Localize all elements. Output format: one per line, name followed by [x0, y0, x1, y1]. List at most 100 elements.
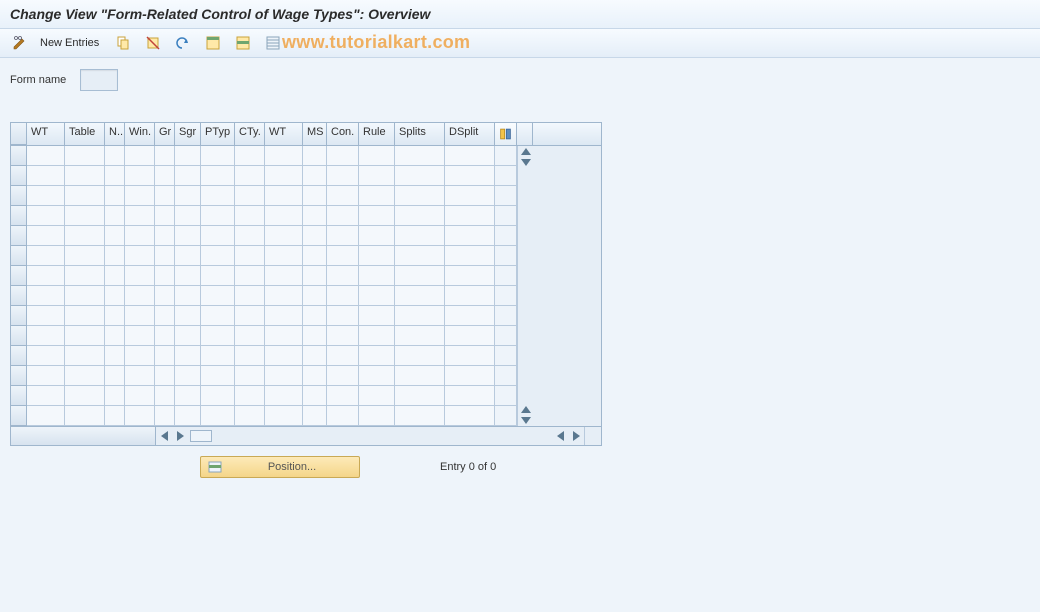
table-cell[interactable]	[105, 286, 125, 306]
table-cell[interactable]	[201, 366, 235, 386]
table-cell[interactable]	[105, 266, 125, 286]
column-header[interactable]: WT	[27, 123, 65, 145]
table-cell[interactable]	[105, 326, 125, 346]
table-cell[interactable]	[27, 226, 65, 246]
table-cell[interactable]	[155, 226, 175, 246]
table-cell[interactable]	[327, 286, 359, 306]
form-name-input[interactable]	[80, 69, 118, 91]
table-cell[interactable]	[155, 326, 175, 346]
table-cell[interactable]	[303, 146, 327, 166]
table-cell[interactable]	[445, 246, 495, 266]
table-cell[interactable]	[175, 246, 201, 266]
table-cell[interactable]	[65, 406, 105, 426]
table-cell[interactable]	[327, 326, 359, 346]
table-cell[interactable]	[235, 246, 265, 266]
vertical-scrollbar[interactable]	[517, 146, 533, 426]
table-cell[interactable]	[265, 206, 303, 226]
table-cell[interactable]	[327, 226, 359, 246]
table-cell[interactable]	[155, 266, 175, 286]
table-cell[interactable]	[65, 326, 105, 346]
scroll-left-button-2[interactable]	[552, 427, 568, 445]
table-cell[interactable]	[105, 346, 125, 366]
table-cell[interactable]	[235, 326, 265, 346]
row-selector[interactable]	[11, 286, 27, 306]
table-cell[interactable]	[235, 406, 265, 426]
scroll-up-icon[interactable]	[521, 148, 531, 155]
table-cell[interactable]	[27, 246, 65, 266]
table-cell[interactable]	[105, 146, 125, 166]
table-cell[interactable]	[327, 266, 359, 286]
table-cell[interactable]	[327, 206, 359, 226]
table-cell[interactable]	[201, 406, 235, 426]
table-cell[interactable]	[125, 306, 155, 326]
column-header[interactable]: PTyp	[201, 123, 235, 145]
table-cell[interactable]	[359, 266, 395, 286]
table-cell[interactable]	[303, 226, 327, 246]
delete-button[interactable]	[141, 33, 165, 53]
table-cell[interactable]	[327, 406, 359, 426]
row-selector[interactable]	[11, 366, 27, 386]
table-cell[interactable]	[395, 386, 445, 406]
table-cell[interactable]	[265, 366, 303, 386]
table-cell[interactable]	[303, 406, 327, 426]
table-cell[interactable]	[327, 386, 359, 406]
table-cell[interactable]	[201, 166, 235, 186]
table-cell[interactable]	[327, 146, 359, 166]
hscroll-track[interactable]	[188, 427, 552, 445]
table-cell[interactable]	[27, 346, 65, 366]
table-cell[interactable]	[395, 206, 445, 226]
hscroll-thumb[interactable]	[190, 430, 212, 442]
table-cell[interactable]	[125, 326, 155, 346]
table-cell[interactable]	[303, 206, 327, 226]
row-selector[interactable]	[11, 206, 27, 226]
table-cell[interactable]	[155, 286, 175, 306]
table-cell[interactable]	[155, 246, 175, 266]
table-cell[interactable]	[125, 366, 155, 386]
table-cell[interactable]	[201, 206, 235, 226]
table-cell[interactable]	[445, 226, 495, 246]
table-cell[interactable]	[265, 326, 303, 346]
table-cell[interactable]	[303, 186, 327, 206]
table-cell[interactable]	[175, 206, 201, 226]
table-cell[interactable]	[235, 206, 265, 226]
row-selector-header[interactable]	[11, 123, 27, 145]
table-cell[interactable]	[445, 166, 495, 186]
undo-button[interactable]	[171, 33, 195, 53]
row-selector[interactable]	[11, 246, 27, 266]
scroll-up-icon-2[interactable]	[521, 406, 531, 413]
column-header[interactable]: DSplit	[445, 123, 495, 145]
table-cell[interactable]	[359, 366, 395, 386]
column-header[interactable]: Splits	[395, 123, 445, 145]
table-cell[interactable]	[105, 306, 125, 326]
table-cell[interactable]	[155, 186, 175, 206]
row-selector[interactable]	[11, 346, 27, 366]
table-cell[interactable]	[445, 306, 495, 326]
table-cell[interactable]	[65, 206, 105, 226]
table-cell[interactable]	[359, 146, 395, 166]
column-header[interactable]: Rule	[359, 123, 395, 145]
table-cell[interactable]	[445, 146, 495, 166]
table-cell[interactable]	[175, 286, 201, 306]
table-cell[interactable]	[303, 306, 327, 326]
table-cell[interactable]	[125, 206, 155, 226]
table-cell[interactable]	[155, 206, 175, 226]
table-cell[interactable]	[155, 386, 175, 406]
table-cell[interactable]	[175, 306, 201, 326]
table-cell[interactable]	[359, 186, 395, 206]
table-cell[interactable]	[27, 286, 65, 306]
table-cell[interactable]	[235, 366, 265, 386]
table-cell[interactable]	[105, 206, 125, 226]
table-cell[interactable]	[201, 386, 235, 406]
table-cell[interactable]	[265, 346, 303, 366]
table-cell[interactable]	[395, 346, 445, 366]
table-cell[interactable]	[125, 246, 155, 266]
table-cell[interactable]	[201, 146, 235, 166]
column-header[interactable]: Table	[65, 123, 105, 145]
table-cell[interactable]	[175, 406, 201, 426]
table-cell[interactable]	[359, 246, 395, 266]
table-cell[interactable]	[125, 186, 155, 206]
column-header[interactable]: N..	[105, 123, 125, 145]
table-cell[interactable]	[445, 206, 495, 226]
table-cell[interactable]	[265, 306, 303, 326]
table-cell[interactable]	[235, 346, 265, 366]
